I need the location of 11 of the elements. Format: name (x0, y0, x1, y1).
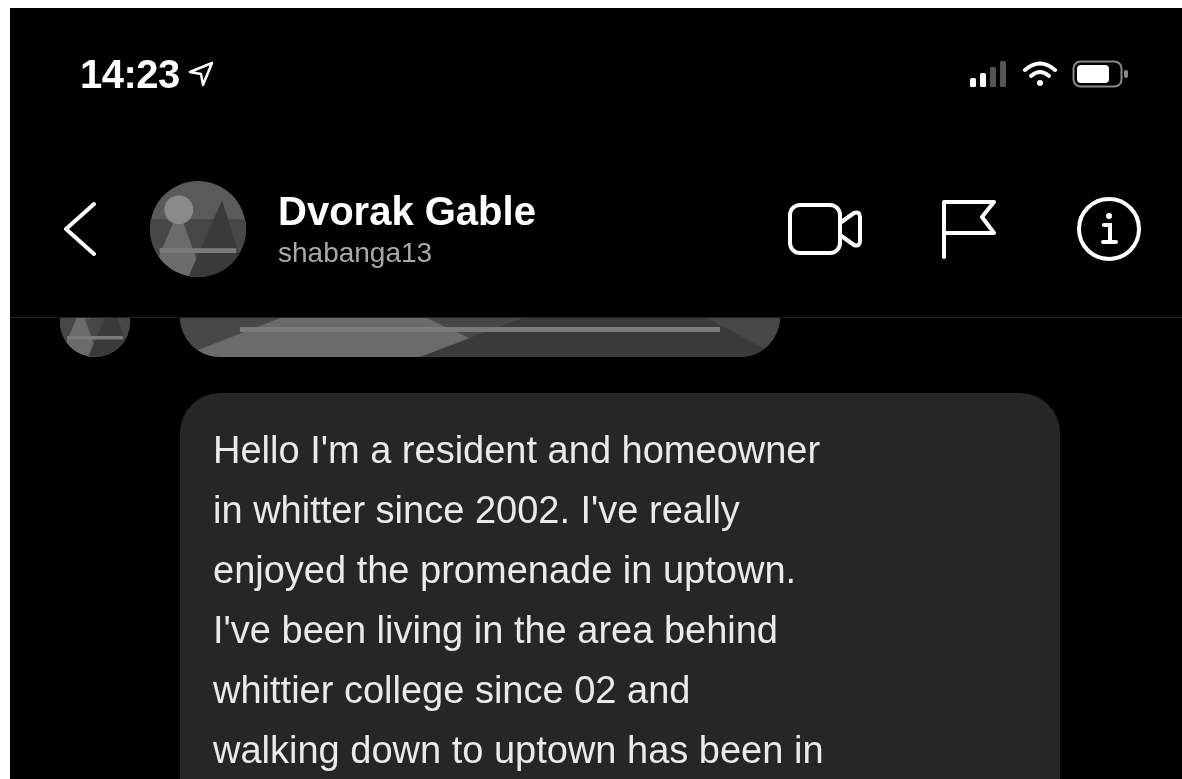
video-camera-icon[interactable] (788, 202, 862, 255)
flag-icon[interactable] (940, 198, 998, 259)
contact-name: Dvorak Gable (278, 187, 537, 235)
back-icon[interactable] (62, 200, 98, 257)
info-icon[interactable] (1076, 195, 1142, 262)
battery-icon (1072, 60, 1130, 88)
contact-username: shabanga13 (278, 235, 434, 270)
signal-icon (970, 61, 1008, 87)
message-text: Hello I'm a resident and homeowner in whitter since 2002. I've really enjoyed the promenade in uptown. I've been living in the area behind whittier college since 02 and walking down to uptown has been in (213, 428, 825, 773)
status-time: 14:23 (80, 51, 180, 97)
wifi-icon (1022, 60, 1058, 88)
